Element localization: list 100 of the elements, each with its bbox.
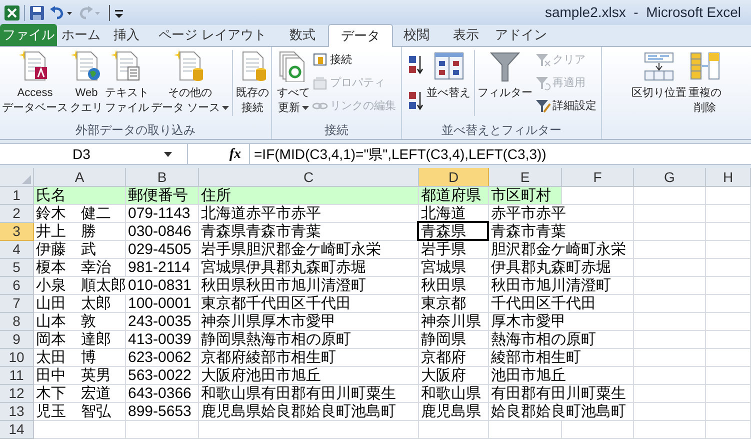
table-cell [706,277,751,295]
cell-text: 北海道赤平市赤平 [201,205,322,222]
cell-text: 秋田市旭川清澄町 [491,277,612,294]
ribbon-tab[interactable]: ページ レイアウト [148,24,277,46]
dropdown-arrow-icon[interactable] [163,150,173,158]
row-header[interactable]: 9 [0,331,34,349]
row-header[interactable]: 12 [0,385,34,403]
properties-icon [312,75,328,91]
cell-text: 岩手県胆沢郡金ケ崎町永栄 [201,241,382,258]
ribbon-tab[interactable]: 表示 [440,24,492,46]
cell-text: 井上 勝 [36,223,97,240]
sort-ascending-icon[interactable] [408,54,424,76]
column-header[interactable]: H [706,168,751,186]
table-cell [706,295,751,313]
ribbon-tab[interactable]: 数式 [277,24,328,46]
table-cell [634,421,706,439]
table-cell [634,403,706,421]
table-cell [706,241,751,259]
column-header[interactable]: A [34,168,126,186]
cell-text: 綾部市相生町 [491,349,582,366]
table-cell [634,277,706,295]
column-header[interactable]: E [489,168,562,186]
column-header[interactable]: B [126,168,199,186]
ribbon-tab[interactable]: 挿入 [105,24,148,46]
sort-descending-icon[interactable] [408,90,424,112]
ribbon-tab[interactable]: ホーム [57,24,105,46]
cell-text: 鹿児島県姶良郡姶良町池島町 [201,403,397,420]
table-cell [634,313,706,331]
cell-text: 青森市青葉 [491,223,567,240]
row-header[interactable]: 6 [0,277,34,295]
cell-text: 木下 宏道 [36,385,112,402]
reapply-filter-icon [534,75,551,91]
formula-field[interactable]: =IF(MID(C3,4,1)="県",LEFT(C3,4),LEFT(C3,3)) [250,144,751,164]
ribbon-tab[interactable]: データ [328,24,393,47]
row-header[interactable]: 11 [0,367,34,385]
ribbon-button[interactable]: 区切り位置 [630,50,688,101]
column-heading-text: 市区町村 [491,187,552,204]
row-header[interactable]: 3 [0,223,34,241]
cell-text: 山田 太郎 [36,295,112,312]
save-icon[interactable] [29,4,45,20]
row-header[interactable]: 13 [0,403,34,421]
split-columns-icon [643,50,676,82]
window-title: sample2.xlsx - Microsoft Excel [544,3,741,22]
table-cell [706,205,751,223]
cell-text: 有田郡有田川町粟生 [491,385,627,402]
cell-text: 和歌山県 [421,385,482,402]
row-header[interactable]: 7 [0,295,34,313]
row-header[interactable]: 5 [0,259,34,277]
globe-document-icon [70,50,102,82]
cell-text: 児玉 智弘 [36,403,112,420]
cell-text: 田中 英男 [36,367,112,384]
file-tab[interactable]: ファイル [0,24,57,46]
cell-text: 鈴木 健二 [36,205,112,222]
cell-text: 京都府綾部市相生町 [201,349,337,366]
row-header[interactable]: 2 [0,205,34,223]
row-header[interactable]: 14 [0,421,34,439]
cell-text: 北海道 [421,205,467,222]
undo-icon[interactable] [49,4,73,20]
row-header[interactable]: 1 [0,187,34,205]
name-box[interactable]: D3 [0,144,188,164]
ribbon-button[interactable]: テキスト ファイル [104,50,150,116]
ribbon-button[interactable]: 既存の 接続 [235,50,270,116]
table-cell [562,421,634,439]
ribbon-button[interactable]: 重複の 削除 [688,50,723,116]
cell-text: 秋田県 [421,277,467,294]
cell-text: 静岡県 [421,331,467,348]
cell-text: 千代田区千代田 [491,295,597,312]
ribbon-button[interactable]: フィルター [476,50,534,101]
table-cell [706,223,751,241]
cell-text: 青森県青森市青葉 [201,223,322,240]
cell-text: 池田市旭丘 [491,367,567,384]
ribbon-tab[interactable]: アドイン [492,24,550,46]
ribbon-button[interactable]: その他の データ ソース [150,50,230,116]
ribbon-button[interactable]: すべて 更新 [276,50,312,116]
table-cell [706,349,751,367]
row-header[interactable]: 8 [0,313,34,331]
cell-text: 榎本 幸治 [36,259,112,276]
cell-text: 京都府 [421,349,467,366]
ribbon-button[interactable]: 詳細設定 [534,96,597,116]
cell-text: 山本 敦 [36,313,97,330]
row-header[interactable]: 4 [0,241,34,259]
cell-text: 太田 博 [36,349,97,366]
insert-function-button[interactable]: fx [229,144,241,164]
ribbon-button[interactable]: Access データベース [1,50,69,116]
column-header[interactable]: D [419,168,489,186]
cell-text: 鹿児島県 [421,403,482,420]
row-header[interactable]: 10 [0,349,34,367]
ribbon-tab[interactable]: 校閲 [393,24,440,46]
ribbon-button[interactable]: 接続 [312,50,396,70]
column-header[interactable]: G [634,168,706,186]
column-header[interactable]: F [562,168,634,186]
ribbon-button[interactable]: Web クエリ [69,50,104,116]
table-cell [634,259,706,277]
column-heading-text: 都道府県 [421,187,482,204]
column-heading-text: 住所 [201,187,232,204]
clear-filter-icon [534,52,551,68]
cell-text: 神奈川県 [421,313,482,330]
cell-text: 東京都 [421,295,467,312]
cell-text: 岩手県 [421,241,467,258]
ribbon-button[interactable]: 並べ替え [426,50,472,101]
